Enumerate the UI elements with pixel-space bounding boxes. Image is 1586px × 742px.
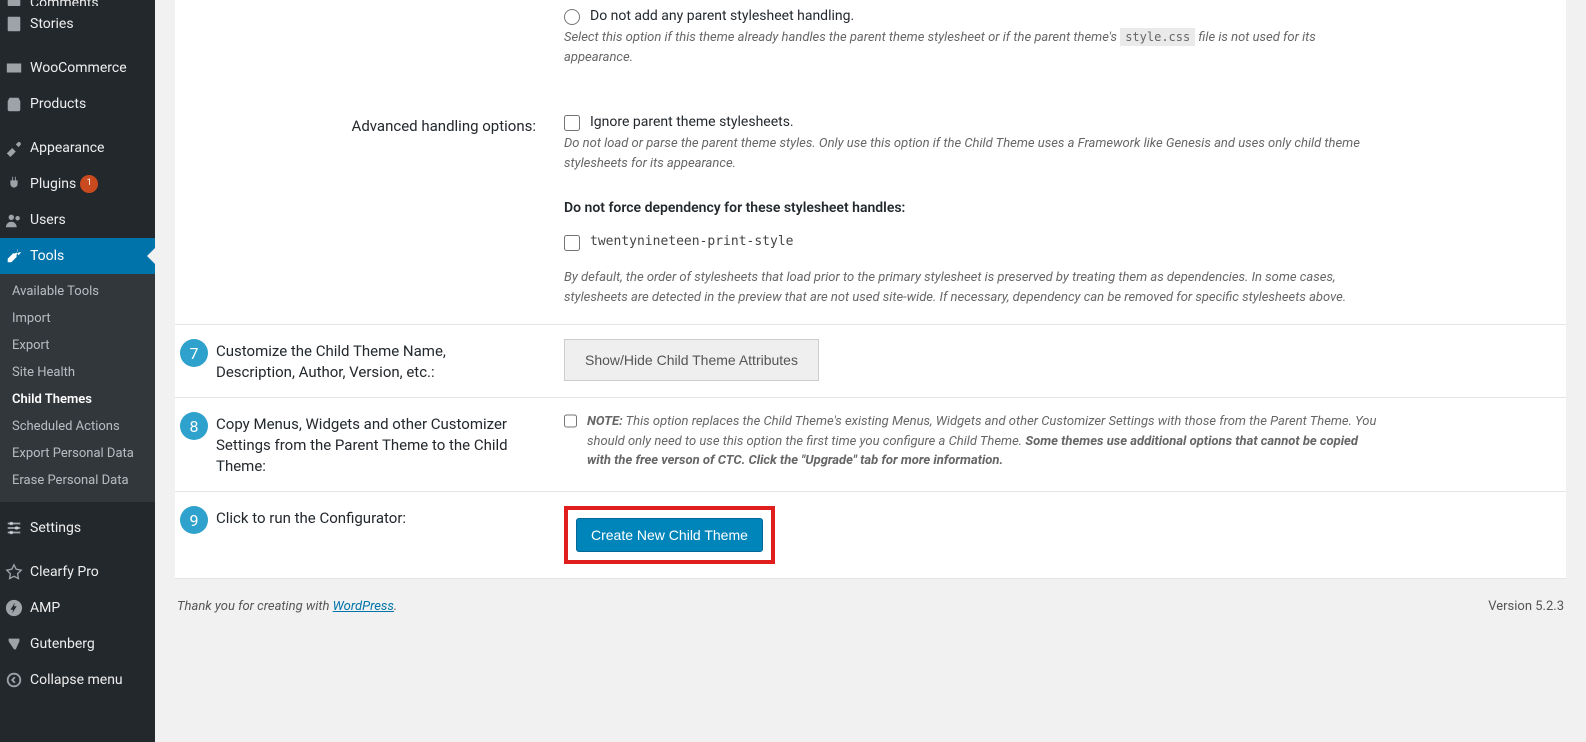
stories-icon	[4, 14, 24, 34]
sidebar-item-woocommerce[interactable]: WooCommerce	[0, 50, 155, 86]
sidebar-item-label: WooCommerce	[30, 60, 127, 76]
step-badge-7: 7	[180, 339, 208, 367]
sidebar-item-tools[interactable]: Tools	[0, 238, 155, 274]
sidebar-item-label: Tools	[30, 248, 64, 264]
sub-item-export[interactable]: Export	[0, 332, 155, 359]
step7-label: Customize the Child Theme Name, Descript…	[216, 339, 556, 383]
step-badge-9: 9	[180, 506, 208, 534]
sidebar-item-label: Products	[30, 96, 86, 112]
sidebar-item-collapse[interactable]: Collapse menu	[0, 662, 155, 698]
step9-label: Click to run the Configurator:	[216, 506, 556, 529]
products-icon	[4, 94, 24, 114]
sub-item-available-tools[interactable]: Available Tools	[0, 278, 155, 305]
radio-no-parent-handling-label: Do not add any parent stylesheet handlin…	[590, 8, 854, 24]
radio-no-parent-handling[interactable]	[564, 9, 580, 25]
plugins-icon	[4, 174, 24, 194]
sub-item-erase-personal[interactable]: Erase Personal Data	[0, 467, 155, 494]
tools-submenu: Available Tools Import Export Site Healt…	[0, 274, 155, 502]
step8-label: Copy Menus, Widgets and other Customizer…	[216, 412, 556, 477]
sidebar-item-clearfy[interactable]: Clearfy Pro	[0, 554, 155, 590]
sidebar-item-label: Clearfy Pro	[30, 564, 99, 580]
sidebar-item-products[interactable]: Products	[0, 86, 155, 122]
amp-icon	[4, 598, 24, 618]
radio-no-parent-handling-desc: Select this option if this theme already…	[564, 28, 1384, 67]
sidebar-item-plugins[interactable]: Plugins 1	[0, 166, 155, 202]
gutenberg-icon	[4, 634, 24, 654]
clearfy-icon	[4, 562, 24, 582]
sidebar-item-label: Settings	[30, 520, 81, 536]
sub-item-site-health[interactable]: Site Health	[0, 359, 155, 386]
sidebar-item-label: Users	[30, 212, 66, 228]
users-icon	[4, 210, 24, 230]
admin-sidebar: Comments Stories WooCommerce Products Ap…	[0, 0, 155, 742]
checkbox-dependency-handle[interactable]	[564, 235, 580, 251]
sidebar-item-label: Plugins	[30, 176, 76, 192]
wordpress-link[interactable]: WordPress	[333, 599, 394, 614]
checkbox-copy-settings[interactable]	[564, 413, 577, 429]
content-area: Do not add any parent stylesheet handlin…	[155, 0, 1586, 742]
sub-item-import[interactable]: Import	[0, 305, 155, 332]
settings-icon	[4, 518, 24, 538]
footer: Thank you for creating with WordPress. V…	[175, 579, 1566, 624]
sidebar-item-label: Appearance	[30, 140, 104, 156]
create-child-theme-button[interactable]: Create New Child Theme	[576, 518, 763, 552]
annotation-highlight: Create New Child Theme	[564, 506, 775, 564]
sub-item-label: Import	[12, 311, 51, 326]
plugin-update-badge: 1	[80, 175, 98, 193]
sub-item-label: Scheduled Actions	[12, 419, 120, 434]
sidebar-item-amp[interactable]: AMP	[0, 590, 155, 626]
collapse-icon	[4, 670, 24, 690]
advanced-handling-label: Advanced handling options:	[216, 114, 556, 137]
sub-item-label: Available Tools	[12, 284, 99, 299]
style-css-code: style.css	[1120, 28, 1195, 46]
sidebar-item-appearance[interactable]: Appearance	[0, 130, 155, 166]
show-hide-attributes-button[interactable]: Show/Hide Child Theme Attributes	[564, 339, 819, 381]
ignore-parent-desc: Do not load or parse the parent theme st…	[564, 134, 1384, 173]
checkbox-ignore-parent[interactable]	[564, 115, 580, 131]
sub-item-label: Erase Personal Data	[12, 473, 129, 488]
sub-item-child-themes[interactable]: Child Themes	[0, 386, 155, 413]
sub-item-scheduled-actions[interactable]: Scheduled Actions	[0, 413, 155, 440]
sub-item-export-personal[interactable]: Export Personal Data	[0, 440, 155, 467]
sidebar-item-label: AMP	[30, 600, 60, 616]
sidebar-item-users[interactable]: Users	[0, 202, 155, 238]
sidebar-item-label: Stories	[30, 16, 74, 32]
sub-item-label: Site Health	[12, 365, 75, 380]
footer-credit: Thank you for creating with WordPress.	[177, 599, 397, 614]
sidebar-item-stories[interactable]: Stories	[0, 6, 155, 42]
dependency-desc: By default, the order of stylesheets tha…	[564, 268, 1384, 307]
sidebar-item-label: Gutenberg	[30, 636, 95, 652]
sidebar-item-label: Collapse menu	[30, 672, 123, 688]
tools-icon	[4, 246, 24, 266]
sub-item-label: Export Personal Data	[12, 446, 134, 461]
step8-note: NOTE: This option replaces the Child The…	[587, 412, 1384, 471]
wp-version: Version 5.2.3	[1488, 599, 1564, 614]
sub-item-label: Export	[12, 338, 50, 353]
sidebar-item-settings[interactable]: Settings	[0, 510, 155, 546]
woocommerce-icon	[4, 58, 24, 78]
scroll-area[interactable]: Do not add any parent stylesheet handlin…	[155, 0, 1586, 742]
checkbox-ignore-parent-label: Ignore parent theme stylesheets.	[590, 114, 794, 130]
comments-icon	[4, 0, 24, 6]
step-badge-8: 8	[180, 412, 208, 440]
dependency-handle-label: twentynineteen-print-style	[590, 234, 794, 249]
sidebar-item-gutenberg[interactable]: Gutenberg	[0, 626, 155, 662]
appearance-icon	[4, 138, 24, 158]
sidebar-item-label: Comments	[30, 0, 99, 6]
dependency-title: Do not force dependency for these styles…	[564, 200, 1384, 216]
sub-item-label: Child Themes	[12, 392, 92, 407]
